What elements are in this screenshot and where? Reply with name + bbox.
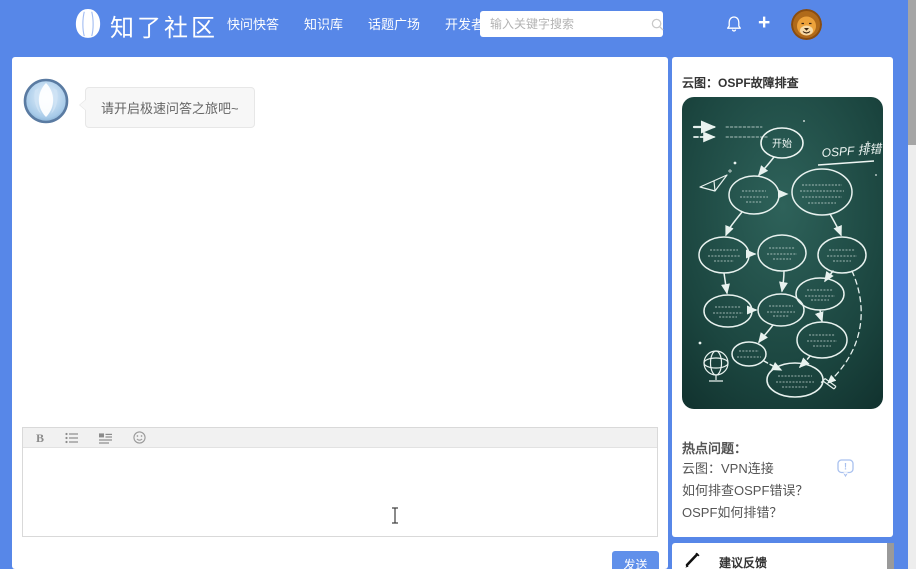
cicada-logo-icon: [74, 7, 102, 44]
editor-toolbar: B: [23, 428, 657, 448]
nav-knowledge-base[interactable]: 知识库: [304, 14, 343, 33]
question-troubleshoot-ospf-errors[interactable]: 如何排查OSPF错误？: [682, 480, 808, 502]
bot-message-bubble: 请开启极速问答之旅吧~: [79, 87, 255, 128]
hint-bubble-icon[interactable]: !: [837, 459, 854, 483]
sidebar-panel: 云图：OSPF故障排查 OSPF 排错 开始 热点问题： 云图：VPN连接 如何…: [672, 57, 893, 537]
emoji-icon[interactable]: [133, 431, 146, 444]
main-nav: 快问快答 知识库 话题广场 开发者社区: [227, 0, 510, 47]
quote-block-icon[interactable]: [99, 432, 113, 444]
search-bar[interactable]: [480, 11, 664, 37]
cloud-map-title: 云图：OSPF故障排查: [682, 76, 799, 90]
svg-text:开始: 开始: [772, 137, 792, 150]
pencil-icon: [684, 552, 701, 569]
message-input-area: [23, 448, 657, 536]
question-vpn-cloud-map[interactable]: 云图：VPN连接: [682, 458, 808, 480]
message-editor: B: [22, 427, 658, 537]
chat-panel: 请开启极速问答之旅吧~ B 发送: [12, 57, 668, 569]
bot-avatar: [23, 78, 69, 124]
page-scrollbar-track[interactable]: [908, 0, 916, 569]
nav-topic-plaza[interactable]: 话题广场: [368, 14, 420, 33]
message-input[interactable]: [23, 448, 657, 536]
search-input[interactable]: [480, 17, 651, 31]
question-ospf-debugging[interactable]: OSPF如何排错？: [682, 502, 808, 524]
feedback-label: 建议反馈: [719, 556, 768, 569]
hot-questions-list: 云图：VPN连接 如何排查OSPF错误？ OSPF如何排错？: [682, 458, 808, 524]
hot-questions-title: 热点问题：: [682, 441, 748, 456]
bullet-list-icon[interactable]: [65, 432, 79, 444]
notification-bell-icon[interactable]: [725, 15, 743, 33]
page-scrollbar-thumb[interactable]: [908, 0, 916, 145]
search-icon[interactable]: [651, 18, 670, 31]
sidebar-scrollbar-thumb[interactable]: [887, 543, 894, 569]
create-post-button[interactable]: +: [758, 10, 770, 36]
svg-text:!: !: [844, 462, 847, 472]
site-logo[interactable]: 知了社区: [74, 7, 218, 44]
feedback-panel[interactable]: 建议反馈: [672, 543, 893, 569]
nav-quick-qa[interactable]: 快问快答: [227, 14, 279, 33]
user-avatar[interactable]: [791, 9, 822, 40]
top-navbar: 知了社区 快问快答 知识库 话题广场 开发者社区 +: [0, 0, 908, 47]
bold-button[interactable]: B: [36, 428, 44, 448]
bot-message-row: 请开启极速问答之旅吧~: [23, 78, 255, 128]
ospf-troubleshooting-image[interactable]: OSPF 排错 开始: [682, 97, 884, 409]
send-button[interactable]: 发送: [612, 551, 659, 569]
site-title: 知了社区: [110, 15, 218, 42]
feedback-row: 建议反馈: [684, 552, 767, 569]
